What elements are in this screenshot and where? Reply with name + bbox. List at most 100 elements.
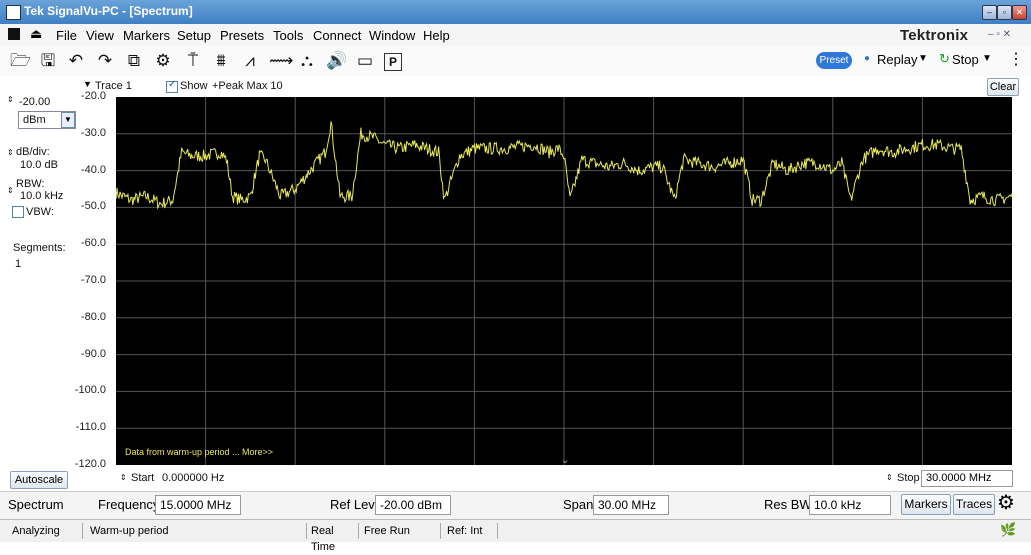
center-marker-icon: ⌄: [561, 455, 570, 466]
menu-setup[interactable]: Setup: [177, 28, 211, 43]
menu-window[interactable]: Window: [369, 28, 415, 43]
y-tick-label: -90.0: [80, 347, 106, 360]
settings-gear-icon[interactable]: ⚙: [997, 492, 1015, 514]
menu-markers[interactable]: Markers: [123, 28, 170, 43]
eject-icon[interactable]: ⏏: [30, 26, 42, 42]
vbw-label: VBW:: [26, 206, 54, 218]
save-icon[interactable]: 🖫: [38, 51, 58, 71]
trigger-icon[interactable]: ⍑: [183, 51, 203, 71]
redo-icon[interactable]: ↷: [95, 51, 115, 71]
acquire-icon[interactable]: ⩩: [211, 51, 231, 71]
markers-icon[interactable]: ⟿: [269, 51, 293, 71]
dbdiv-spin-icon[interactable]: ⇕: [7, 148, 14, 157]
status-ref: Ref: Int: [441, 523, 498, 539]
frequency-field[interactable]: 15.0000 MHz: [155, 495, 241, 515]
y-tick-label: -80.0: [80, 310, 106, 323]
start-spin-icon[interactable]: ⇕: [120, 473, 127, 482]
close-icon[interactable]: ✕: [1012, 5, 1027, 20]
unit-value: dBm: [23, 114, 46, 126]
stop-freq-label: Stop: [897, 472, 920, 484]
unit-dropdown-icon[interactable]: ▼: [61, 112, 75, 128]
frequency-label: Frequency: [98, 497, 160, 512]
stop-spin-icon[interactable]: ⇕: [886, 473, 893, 482]
spectrum-plot[interactable]: Data from warm-up period ... More>>: [116, 97, 1012, 465]
autoscale-button[interactable]: Autoscale: [10, 471, 68, 489]
y-tick-label: -70.0: [80, 274, 106, 286]
maximize-icon[interactable]: ▫: [997, 5, 1012, 20]
spectrum-svg: [116, 97, 1012, 465]
y-tick-label: -30.0: [80, 126, 106, 139]
analysis-icon[interactable]: ⩘: [240, 51, 260, 71]
menu-presets[interactable]: Presets: [220, 28, 264, 43]
mode-label: Spectrum: [8, 497, 64, 512]
vbw-checkbox[interactable]: [12, 206, 24, 218]
warmup-note-link[interactable]: Data from warm-up period ... More>>: [125, 447, 273, 457]
app-icon: [6, 5, 21, 20]
run-icon: ↻: [939, 51, 950, 66]
menu-file[interactable]: File: [56, 28, 77, 43]
segments-label: Segments:: [13, 242, 66, 254]
camera-icon[interactable]: ▭: [355, 51, 375, 71]
start-value[interactable]: 0.000000 Hz: [162, 472, 224, 484]
ref-spin-icon[interactable]: ⇕: [7, 95, 14, 104]
status-leaf-icon: 🌿: [1000, 522, 1017, 537]
title-bar: Tek SignalVu-PC - [Spectrum] – ▫ ✕: [0, 0, 1031, 24]
rbw-label: RBW:: [16, 178, 45, 190]
res-bw-label: Res BW: [764, 497, 812, 512]
print-icon[interactable]: P: [384, 53, 402, 71]
menu-bar: ⏏ File View Markers Setup Presets Tools …: [0, 24, 1031, 47]
status-bar: Analyzing Warm-up period Real Time Free …: [0, 519, 1031, 553]
menu-help[interactable]: Help: [423, 28, 450, 43]
show-checkbox[interactable]: [166, 79, 178, 93]
status-state: Analyzing: [6, 523, 83, 539]
preset-button[interactable]: Preset: [816, 52, 852, 69]
trace-dropdown-icon[interactable]: ▼: [83, 79, 92, 89]
y-tick-label: -120.0: [74, 458, 106, 470]
start-label: Start: [131, 472, 155, 484]
rbw-value[interactable]: 10.0 kHz: [20, 190, 63, 202]
menu-view[interactable]: View: [86, 28, 114, 43]
status-message: Warm-up period: [84, 523, 307, 539]
more-options-icon[interactable]: ⋮: [1008, 49, 1024, 69]
mdi-controls-icon[interactable]: – ▫ ✕: [988, 29, 1011, 40]
status-freerun: Free Run: [358, 523, 441, 539]
segments-value: 1: [15, 258, 22, 270]
replay-dropdown-icon[interactable]: ▼: [918, 53, 928, 64]
copy-icon[interactable]: ⧉: [124, 51, 144, 71]
stop-freq-field[interactable]: 30.0000 MHz: [921, 470, 1013, 487]
window-title: Tek SignalVu-PC - [Spectrum]: [24, 4, 193, 18]
replay-button[interactable]: Replay: [877, 52, 917, 67]
y-tick-label: -20.0: [80, 90, 106, 102]
undo-icon[interactable]: ↶: [66, 51, 86, 71]
brand-logo: Tektronix: [900, 27, 969, 44]
ref-level-value[interactable]: -20.00: [19, 96, 50, 108]
stop-button[interactable]: Stop: [952, 52, 979, 67]
audio-icon[interactable]: 🔊: [326, 51, 347, 71]
menu-connect[interactable]: Connect: [313, 28, 361, 43]
open-icon[interactable]: 🗁: [10, 51, 31, 71]
detection-label: +Peak Max 10: [212, 80, 283, 92]
status-realtime: Real Time: [305, 523, 359, 553]
replay-dot-icon: ●: [864, 53, 871, 64]
y-tick-label: -110.0: [75, 421, 106, 434]
minimize-icon[interactable]: –: [982, 5, 997, 20]
doc-icon[interactable]: [8, 28, 20, 40]
toolbar: 🗁 🖫 ↶ ↷ ⧉ ⚙ ⍑ ⩩ ⩘ ⟿ ⛬ 🔊 ▭ P ● Replay ▼ ↻…: [0, 46, 1031, 76]
span-label: Span: [563, 497, 594, 512]
y-tick-label: -60.0: [80, 237, 106, 250]
span-field[interactable]: 30.00 MHz: [593, 495, 669, 515]
trace-header: [0, 76, 1031, 96]
markers-button[interactable]: Markers: [901, 494, 951, 515]
y-tick-label: -40.0: [80, 163, 106, 176]
rbw-spin-icon[interactable]: ⇕: [7, 186, 14, 195]
db-div-value[interactable]: 10.0 dB: [20, 159, 58, 171]
sweep-icon[interactable]: ⛬: [297, 51, 317, 71]
stop-dropdown-icon[interactable]: ▼: [982, 53, 992, 64]
gear-icon[interactable]: ⚙: [153, 51, 173, 71]
res-bw-field[interactable]: 10.0 kHz: [809, 495, 891, 515]
db-div-label: dB/div:: [16, 146, 50, 158]
traces-button[interactable]: Traces: [953, 494, 995, 515]
clear-button[interactable]: Clear: [987, 78, 1019, 96]
ref-lev-field[interactable]: -20.00 dBm: [375, 495, 451, 515]
menu-tools[interactable]: Tools: [273, 28, 303, 43]
